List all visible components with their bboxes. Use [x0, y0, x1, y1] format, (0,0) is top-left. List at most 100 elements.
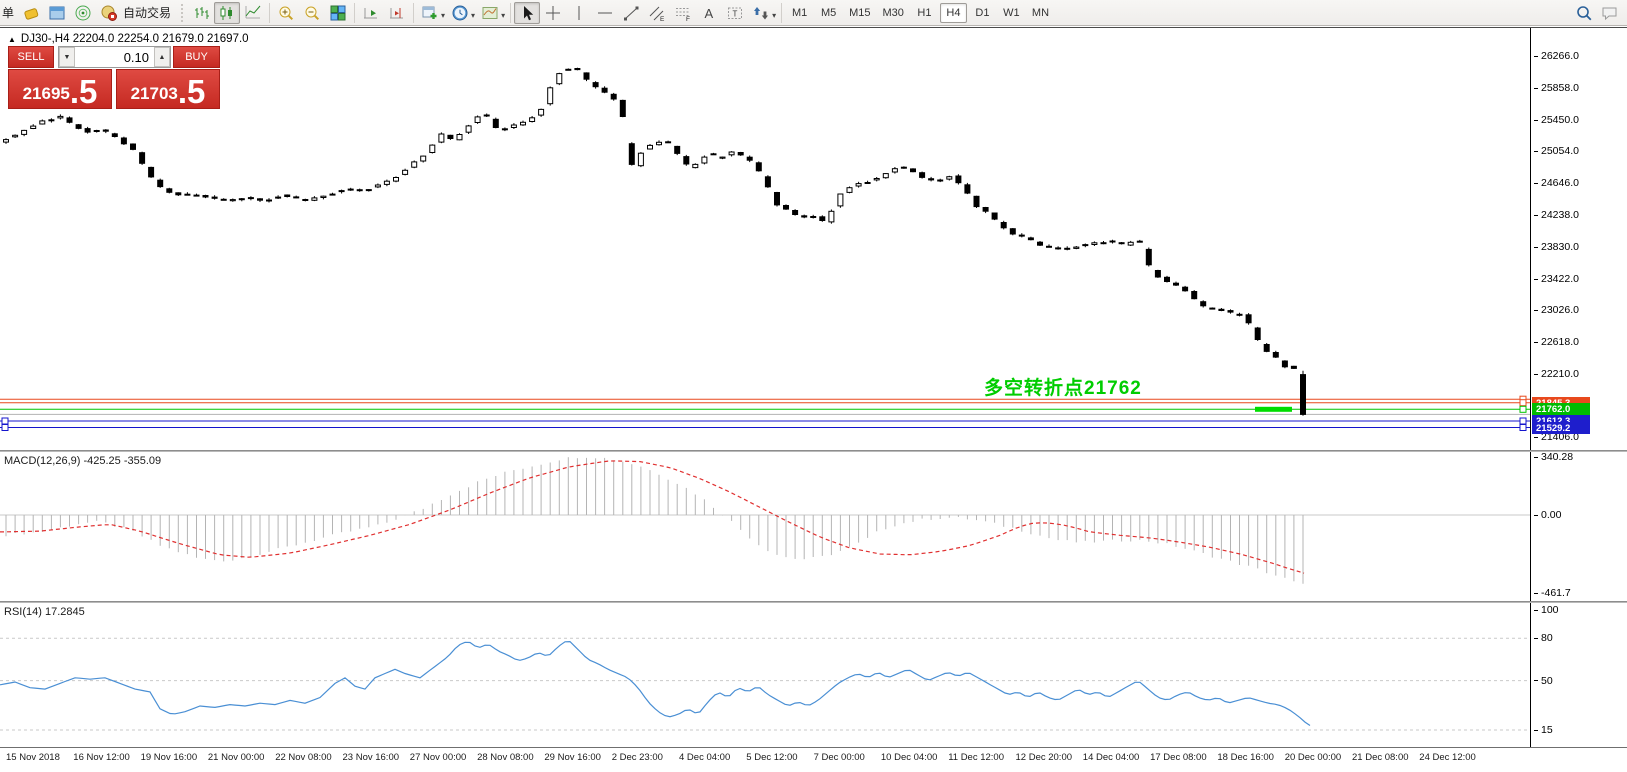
- fibo-lines-icon: F: [674, 4, 692, 22]
- time-axis-label: 19 Nov 16:00: [141, 752, 198, 763]
- svg-text:A: A: [705, 6, 714, 21]
- buy-button[interactable]: BUY: [173, 46, 220, 68]
- bar-chart-icon[interactable]: [188, 2, 214, 24]
- time-axis-label: 14 Dec 04:00: [1083, 752, 1140, 763]
- toolbar-separator: [413, 3, 414, 23]
- macd-axis: 340.280.00-461.7: [1530, 452, 1627, 601]
- template-icon[interactable]: [477, 2, 503, 24]
- price-axis-tick: 23026.0: [1534, 304, 1579, 316]
- diagonal-line-icon: [622, 4, 640, 22]
- price-axis-tick: 23830.0: [1534, 241, 1579, 253]
- main-toolbar: 单 自动交易: [0, 0, 1627, 26]
- vertical-line-icon[interactable]: [566, 2, 592, 24]
- polyline-icon: [244, 4, 262, 22]
- macd-panel[interactable]: MACD(12,26,9) -425.25 -355.09 340.280.00…: [0, 452, 1627, 601]
- new-chart-caret[interactable]: ▾: [441, 11, 445, 20]
- search-icon[interactable]: [1571, 2, 1597, 24]
- autotrading-cap-icon: [100, 4, 118, 22]
- tile-windows-icon[interactable]: [325, 2, 351, 24]
- candlestick-chart-icon[interactable]: [214, 2, 240, 24]
- autotrading-label[interactable]: 自动交易: [123, 4, 171, 21]
- equidistant-channel-icon[interactable]: E: [644, 2, 670, 24]
- price-axis-tick: 22618.0: [1534, 336, 1579, 348]
- volume-decrease-button[interactable]: ▼: [59, 47, 75, 67]
- arrows-icon[interactable]: [748, 2, 774, 24]
- svg-text:E: E: [660, 16, 665, 22]
- new-order-icon[interactable]: [18, 2, 44, 24]
- toolbar-separator: [269, 3, 270, 23]
- template-caret[interactable]: ▾: [501, 11, 505, 20]
- ohlc-bars-icon: [192, 4, 210, 22]
- time-axis-label: 20 Dec 00:00: [1285, 752, 1342, 763]
- auto-scroll-icon[interactable]: [358, 2, 384, 24]
- timeframe-h4[interactable]: H4: [940, 3, 967, 23]
- rsi-axis: 100805015: [1530, 603, 1627, 747]
- toolbar-separator: [354, 3, 355, 23]
- template-chart-icon: [481, 4, 499, 22]
- chat-icon[interactable]: [1597, 2, 1623, 24]
- timeframe-m5[interactable]: M5: [815, 3, 842, 23]
- sell-price: 21695: [23, 85, 70, 102]
- macd-plot[interactable]: [0, 452, 1530, 601]
- candlestick-plot[interactable]: [0, 28, 1530, 451]
- new-chart-icon[interactable]: [417, 2, 443, 24]
- collapse-triangle-icon[interactable]: ▲: [8, 35, 16, 44]
- new-order-label[interactable]: 单: [2, 4, 18, 21]
- autotrading-icon[interactable]: [96, 2, 122, 24]
- magnifier-icon: [1575, 4, 1593, 22]
- pointer-icon: [518, 4, 536, 22]
- signals-icon[interactable]: [70, 2, 96, 24]
- terminal-window-icon[interactable]: [44, 2, 70, 24]
- time-axis-label: 28 Nov 08:00: [477, 752, 534, 763]
- timeframe-m1[interactable]: M1: [786, 3, 813, 23]
- radar-icon: [74, 4, 92, 22]
- chart-shift-icon[interactable]: [384, 2, 410, 24]
- zoom-in-icon[interactable]: [273, 2, 299, 24]
- svg-text:F: F: [686, 16, 690, 22]
- timeframe-d1[interactable]: D1: [969, 3, 996, 23]
- cursor-icon[interactable]: [514, 2, 540, 24]
- sell-price-block[interactable]: 21695.5: [8, 69, 112, 109]
- buy-price-block[interactable]: 21703.5: [116, 69, 220, 109]
- timeframe-w1[interactable]: W1: [998, 3, 1025, 23]
- rsi-axis-tick: 80: [1534, 632, 1553, 644]
- timeframe-mn[interactable]: MN: [1027, 3, 1054, 23]
- rsi-plot[interactable]: [0, 603, 1530, 747]
- time-axis-label: 21 Dec 08:00: [1352, 752, 1409, 763]
- price-line-label: 21762.0: [1532, 403, 1590, 415]
- fibonacci-icon[interactable]: F: [670, 2, 696, 24]
- text-icon[interactable]: A: [696, 2, 722, 24]
- time-axis-label: 24 Dec 12:00: [1419, 752, 1476, 763]
- time-axis[interactable]: 15 Nov 201816 Nov 12:0019 Nov 16:0021 No…: [0, 747, 1627, 772]
- rsi-panel[interactable]: RSI(14) 17.2845 100805015: [0, 603, 1627, 747]
- timeframe-m30[interactable]: M30: [878, 3, 909, 23]
- price-axis-tick: 24238.0: [1534, 209, 1579, 221]
- sell-button[interactable]: SELL: [8, 46, 54, 68]
- time-axis-label: 5 Dec 12:00: [746, 752, 797, 763]
- period-caret[interactable]: ▾: [471, 11, 475, 20]
- rsi-axis-tick: 100: [1534, 604, 1559, 616]
- crosshair-icon[interactable]: [540, 2, 566, 24]
- channel-icon: E: [648, 4, 666, 22]
- pivot-annotation: 多空转折点21762: [984, 373, 1142, 400]
- rsi-label: RSI(14) 17.2845: [4, 606, 85, 618]
- timeframe-h1[interactable]: H1: [911, 3, 938, 23]
- horizontal-line-icon[interactable]: [592, 2, 618, 24]
- text-label-icon[interactable]: T: [722, 2, 748, 24]
- volume-increase-button[interactable]: ▲: [154, 47, 170, 67]
- price-line-label: 21529.2: [1532, 422, 1590, 434]
- rsi-axis-tick: 50: [1534, 675, 1553, 687]
- volume-input[interactable]: [75, 47, 154, 67]
- timeframe-group: M1M5M15M30H1H4D1W1MN: [785, 3, 1055, 23]
- zoom-out-icon[interactable]: [299, 2, 325, 24]
- line-chart-icon[interactable]: [240, 2, 266, 24]
- price-axis-tick: 25858.0: [1534, 82, 1579, 94]
- period-clock-icon[interactable]: [447, 2, 473, 24]
- arrows-caret[interactable]: ▾: [772, 11, 776, 20]
- time-axis-label: 12 Dec 20:00: [1016, 752, 1073, 763]
- timeframe-m15[interactable]: M15: [844, 3, 875, 23]
- main-chart-panel[interactable]: ▲DJ30-,H4 22204.0 22254.0 21679.0 21697.…: [0, 27, 1627, 450]
- letter-a-icon: A: [700, 4, 718, 22]
- one-click-trading-panel: SELL ▼ ▲ BUY 21695.5 21703.5: [8, 46, 220, 109]
- trendline-icon[interactable]: [618, 2, 644, 24]
